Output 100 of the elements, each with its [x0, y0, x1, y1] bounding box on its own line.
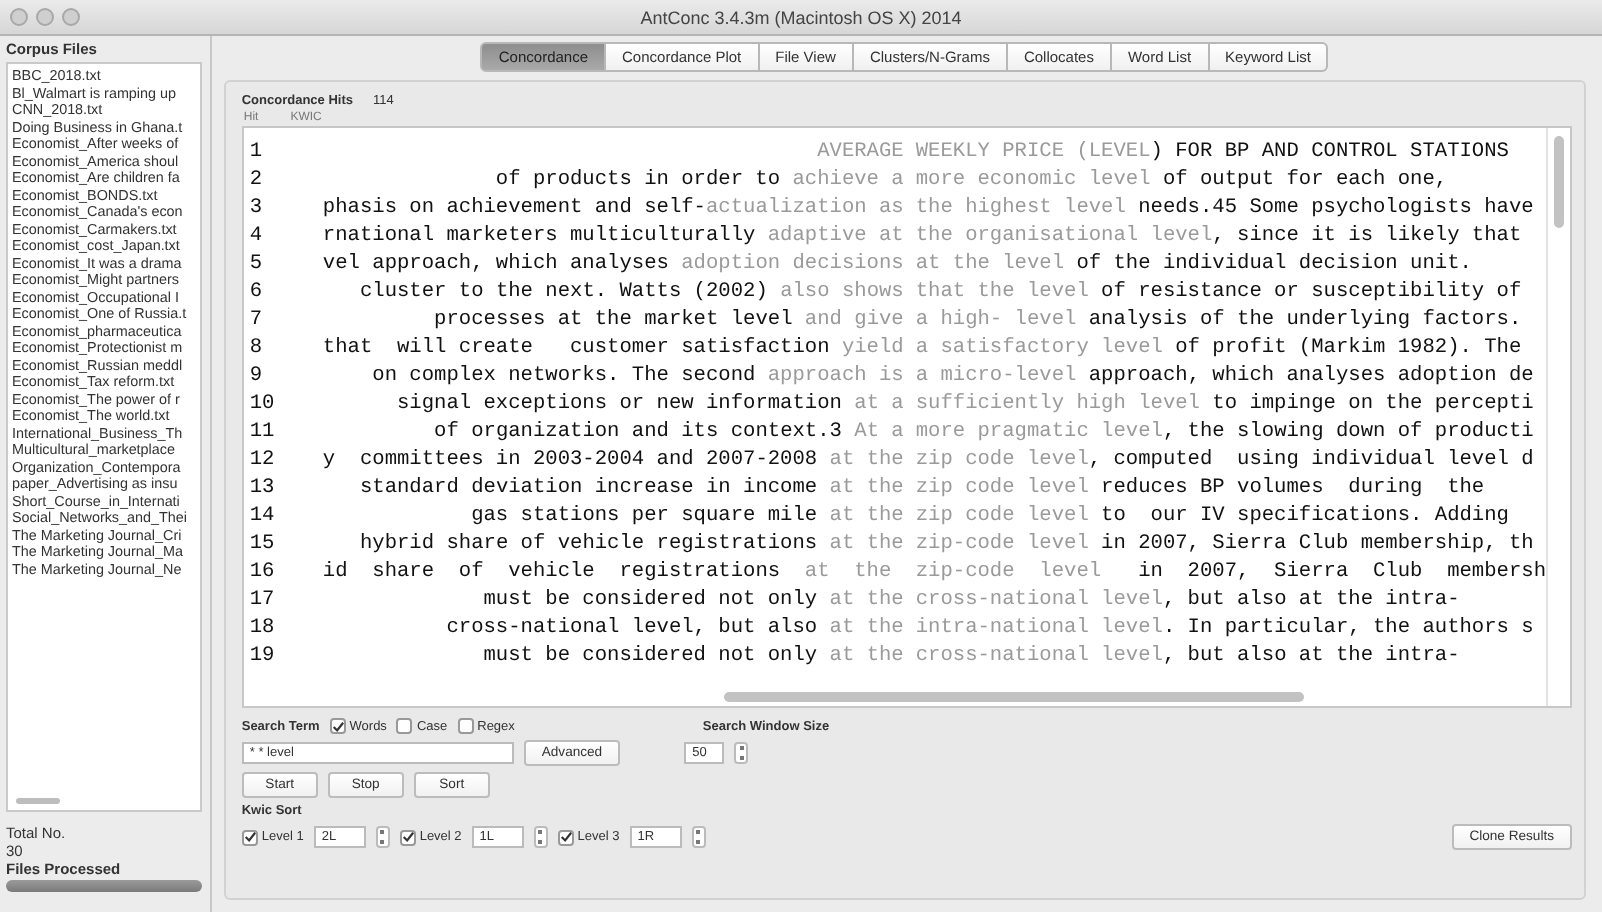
line-number: 17: [247, 588, 277, 612]
line-number: 9: [247, 364, 265, 388]
right-context: , but also at the intra-: [1162, 644, 1460, 668]
left-context: phasis on achievement and self-: [322, 196, 706, 220]
left-collocate: at the: [829, 504, 904, 528]
left-context: on complex networks. The second: [372, 364, 758, 388]
left-collocate: yield: [841, 336, 904, 360]
stepper-icon[interactable]: [533, 826, 548, 848]
left-context: that will create customer satisfaction: [322, 336, 832, 360]
right-context: in 2007, Sierra Club membersh: [1136, 560, 1546, 584]
left-collocate: and give: [804, 308, 904, 332]
right-context: in 2007, Sierra Club membership, th: [1099, 532, 1534, 556]
checkbox-icon: [557, 829, 574, 845]
left-collocate: AVERAGE: [817, 140, 904, 164]
keyword-hit: that the level: [915, 280, 1089, 304]
left-context: y committees in 2003-2004 and 2007-2008: [322, 448, 820, 472]
stepper-icon[interactable]: [691, 826, 706, 848]
keyword-hit: cross-national level: [915, 644, 1163, 668]
left-collocate: at the: [829, 644, 904, 668]
right-context: needs.45 Some psychologists have: [1136, 196, 1534, 220]
left-collocate: at the: [829, 476, 904, 500]
left-collocate: At a: [854, 420, 904, 444]
right-context: , but also at the intra-: [1162, 588, 1460, 612]
right-context: to impinge on the percepti: [1210, 392, 1534, 416]
line-number: 12: [247, 448, 277, 472]
left-context: of products in order to: [495, 168, 783, 192]
right-context: ) FOR BP AND CONTROL STATIONS: [1150, 140, 1509, 164]
line-number: 11: [247, 420, 277, 444]
keyword-hit: a high- level: [915, 308, 1077, 332]
line-number: 8: [247, 336, 265, 360]
left-collocate: at the: [829, 588, 904, 612]
left-collocate: actualization as: [705, 196, 904, 220]
right-context: of the individual decision unit.: [1074, 252, 1472, 276]
keyword-hit: zip code level: [915, 448, 1089, 472]
keyword-hit: more pragmatic level: [915, 420, 1163, 444]
keyword-hit: sufficiently high level: [915, 392, 1200, 416]
keyword-hit: zip-code level: [915, 560, 1102, 584]
stepper-icon[interactable]: [375, 826, 390, 848]
left-context: cross-national level, but also: [446, 616, 820, 640]
line-number: 10: [247, 392, 277, 416]
right-context: of profit (Markim 1982). The: [1173, 336, 1522, 360]
line-number: 14: [247, 504, 277, 528]
keyword-hit: at the level: [915, 252, 1065, 276]
left-context: vel approach, which analyses: [322, 252, 671, 276]
right-context: analysis of the underlying factors.: [1086, 308, 1522, 332]
left-context: gas stations per square mile: [471, 504, 820, 528]
line-number: 4: [247, 224, 265, 248]
left-context: id share of vehicle registrations: [322, 560, 783, 584]
left-context: cluster to the next. Watts (2002): [359, 280, 770, 304]
line-number: 19: [247, 644, 277, 668]
stepper-icon[interactable]: [734, 742, 749, 764]
keyword-hit: more economic level: [915, 168, 1151, 192]
line-number: 2: [247, 168, 265, 192]
line-number: 16: [247, 560, 277, 584]
right-context: to our IV specifications. Adding: [1099, 504, 1509, 528]
scrollbar-thumb[interactable]: [1554, 136, 1564, 228]
left-collocate: at the: [829, 616, 904, 640]
left-collocate: also shows: [780, 280, 904, 304]
left-context: processes at the market level: [434, 308, 795, 332]
keyword-hit: zip code level: [915, 504, 1089, 528]
keyword-hit: a micro-level: [915, 364, 1077, 388]
checkbox-icon: [399, 829, 416, 845]
keyword-hit: the highest level: [915, 196, 1126, 220]
keyword-hit: the organisational level: [915, 224, 1213, 248]
keyword-hit: zip-code level: [915, 532, 1089, 556]
right-context: of output for each one,: [1160, 168, 1448, 192]
checkbox-icon: [329, 718, 346, 734]
checkbox-icon: [396, 718, 413, 734]
right-context: , computed using individual level d: [1088, 448, 1534, 472]
keyword-hit: intra-national level: [915, 616, 1163, 640]
left-collocate: at the: [829, 532, 904, 556]
right-context: reduces BP volumes during the: [1099, 476, 1485, 500]
left-context: hybrid share of vehicle registrations: [359, 532, 820, 556]
left-collocate: at the: [802, 560, 894, 584]
left-collocate: at the: [829, 448, 904, 472]
left-context: standard deviation increase in income: [359, 476, 820, 500]
right-context: of resistance or susceptibility of: [1099, 280, 1522, 304]
left-context: must be considered not only: [483, 644, 820, 668]
window-title: AntConc 3.4.3m (Macintosh OS X) 2014: [640, 7, 962, 27]
scrollbar-thumb[interactable]: [16, 798, 60, 804]
left-context: must be considered not only: [483, 588, 820, 612]
right-context: , the slowing down of producti: [1162, 420, 1534, 444]
left-collocate: at a: [854, 392, 904, 416]
right-context: approach, which analyses adoption de: [1086, 364, 1534, 388]
left-context: signal exceptions or new information: [397, 392, 844, 416]
keyword-hit: WEEKLY PRICE (LEVEL: [915, 140, 1151, 164]
left-collocate: approach is: [767, 364, 904, 388]
keyword-hit: zip code level: [915, 476, 1089, 500]
keyword-hit: cross-national level: [915, 588, 1163, 612]
line-number: 15: [247, 532, 277, 556]
checkbox-icon: [457, 718, 474, 734]
scrollbar-thumb[interactable]: [723, 692, 1304, 702]
right-context: . In particular, the authors s: [1162, 616, 1534, 640]
left-collocate: achieve a: [792, 168, 904, 192]
left-collocate: adoption decisions: [681, 252, 904, 276]
line-number: 3: [247, 196, 265, 220]
left-collocate: adaptive at: [767, 224, 904, 248]
line-number: 18: [247, 616, 277, 640]
line-number: 6: [247, 280, 265, 304]
line-number: 13: [247, 476, 277, 500]
